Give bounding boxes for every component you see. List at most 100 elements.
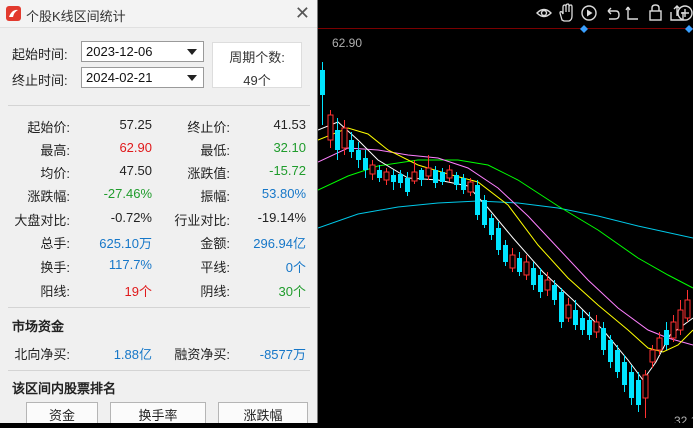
kline-chart-canvas[interactable]: 62.90 32.1 — [317, 0, 693, 428]
period-count-box: 周期个数: 49个 — [212, 42, 302, 88]
divider — [8, 370, 310, 371]
stat-label: 起始价: — [27, 120, 70, 135]
candle-body — [573, 310, 578, 325]
lock-icon[interactable] — [649, 4, 662, 21]
chevron-down-icon — [187, 75, 197, 81]
candle-body — [419, 170, 424, 180]
start-time-select[interactable]: 2023-12-06 — [81, 41, 204, 62]
stat-label: 平线: — [200, 260, 230, 275]
stat-value: 0个 — [285, 260, 306, 275]
candle-body — [670, 321, 677, 339]
candle-body — [320, 70, 325, 95]
divider — [8, 105, 310, 106]
stats-row: 最高: 62.90 最低: 32.10 — [0, 140, 317, 162]
stat-value: 117.7% — [108, 257, 152, 272]
candle-body — [446, 169, 453, 179]
end-time-select[interactable]: 2024-02-21 — [81, 67, 204, 88]
candle-body — [538, 275, 543, 292]
candle-body — [411, 171, 418, 182]
candle-body — [649, 349, 656, 363]
stat-value: -27.46% — [103, 186, 152, 201]
candle-body — [615, 350, 620, 372]
candle-body — [489, 218, 494, 235]
zoom-in-icon[interactable] — [677, 5, 693, 21]
divider — [8, 307, 310, 308]
stats-row: 均价: 47.50 涨跌值: -15.72 — [0, 163, 317, 185]
candle-body — [391, 175, 396, 182]
title-bar: 个股K线区间统计 ✕ — [0, 0, 317, 28]
ma60-line — [317, 200, 693, 239]
candle-body — [369, 164, 376, 175]
stats-row: 涨跌幅: -27.46% 振幅: 53.80% — [0, 186, 317, 208]
stats-row: 大盘对比: -0.72% 行业对比: -19.14% — [0, 210, 317, 232]
candle-body — [461, 178, 466, 190]
kline-chart[interactable]: 62.90 32.1 — [317, 0, 693, 428]
stats-row: 总手: 625.10万 金额: 296.94亿 — [0, 233, 317, 255]
candle-body — [440, 172, 445, 182]
app-logo-icon — [6, 6, 21, 21]
stat-label: 振幅: — [200, 189, 230, 204]
candle-body — [622, 362, 627, 385]
stat-label: 最低: — [200, 143, 230, 158]
interval-stats-dialog: 个股K线区间统计 ✕ 起始时间: 2023-12-06 终止时间: 2024-0… — [0, 0, 318, 423]
end-time-label: 终止时间: — [12, 73, 68, 88]
stat-label: 换手: — [40, 260, 70, 275]
stat-value: 19个 — [124, 284, 152, 299]
end-time-value: 2024-02-21 — [86, 70, 153, 85]
play-icon[interactable] — [581, 5, 597, 21]
candle-body — [587, 320, 592, 335]
low-price-label: 32.1 — [674, 414, 693, 423]
redo-icon[interactable] — [625, 6, 638, 20]
stat-value: -0.72% — [110, 210, 152, 225]
stat-value: 47.50 — [119, 163, 152, 178]
candle-body — [467, 181, 474, 193]
rank-change-button[interactable]: 涨跌幅 — [218, 402, 308, 423]
stat-label: 终止价: — [187, 120, 230, 135]
stats-row: 阳线: 19个 阴线: 30个 — [0, 281, 317, 303]
stat-label: 阴线: — [200, 284, 230, 299]
candle-body — [482, 200, 487, 225]
undo-icon[interactable] — [607, 7, 620, 20]
candle-body — [608, 340, 613, 362]
rank-turnover-button[interactable]: 换手率 — [110, 402, 206, 423]
candle-body — [593, 321, 600, 333]
stat-label: 均价: — [40, 166, 70, 181]
eye-icon[interactable] — [536, 8, 552, 18]
candle-body — [341, 127, 348, 149]
candle-body — [356, 150, 361, 160]
candle-body — [503, 245, 508, 262]
candle-body — [677, 309, 684, 331]
stat-label: 最高: — [40, 143, 70, 158]
candle-body — [664, 330, 669, 345]
north-buy-label: 北向净买: — [14, 347, 70, 362]
candle-body — [601, 328, 606, 350]
hand-icon[interactable] — [559, 3, 573, 22]
stat-value: 62.90 — [119, 140, 152, 155]
stat-value: 41.53 — [273, 117, 306, 132]
candle-body — [656, 337, 663, 351]
candle-body — [580, 318, 585, 330]
market-funds-title: 市场资金 — [12, 319, 65, 334]
stats-row: 起始价: 57.25 终止价: 41.53 — [0, 117, 317, 139]
stat-value: 30个 — [278, 284, 306, 299]
candle-body — [684, 299, 691, 319]
candle-body — [565, 304, 572, 319]
candle-body — [642, 374, 649, 399]
stat-value: -15.72 — [269, 163, 306, 178]
rank-funds-button[interactable]: 资金 — [26, 402, 98, 423]
candle-body — [454, 175, 459, 185]
candle-body — [517, 258, 522, 272]
candle-body — [629, 372, 634, 398]
candle-body — [531, 268, 536, 285]
candle-body — [335, 130, 340, 150]
candle-body — [377, 170, 382, 178]
stat-value: 32.10 — [273, 140, 306, 155]
stats-row: 换手: 117.7% 平线: 0个 — [0, 257, 317, 279]
ma30-line — [317, 159, 693, 289]
close-icon[interactable]: ✕ — [295, 3, 310, 23]
stat-label: 行业对比: — [174, 213, 230, 228]
candle-body — [496, 228, 501, 250]
ranking-title: 该区间内股票排名 — [12, 381, 117, 396]
candle-body — [425, 167, 432, 177]
window-title: 个股K线区间统计 — [26, 9, 126, 24]
